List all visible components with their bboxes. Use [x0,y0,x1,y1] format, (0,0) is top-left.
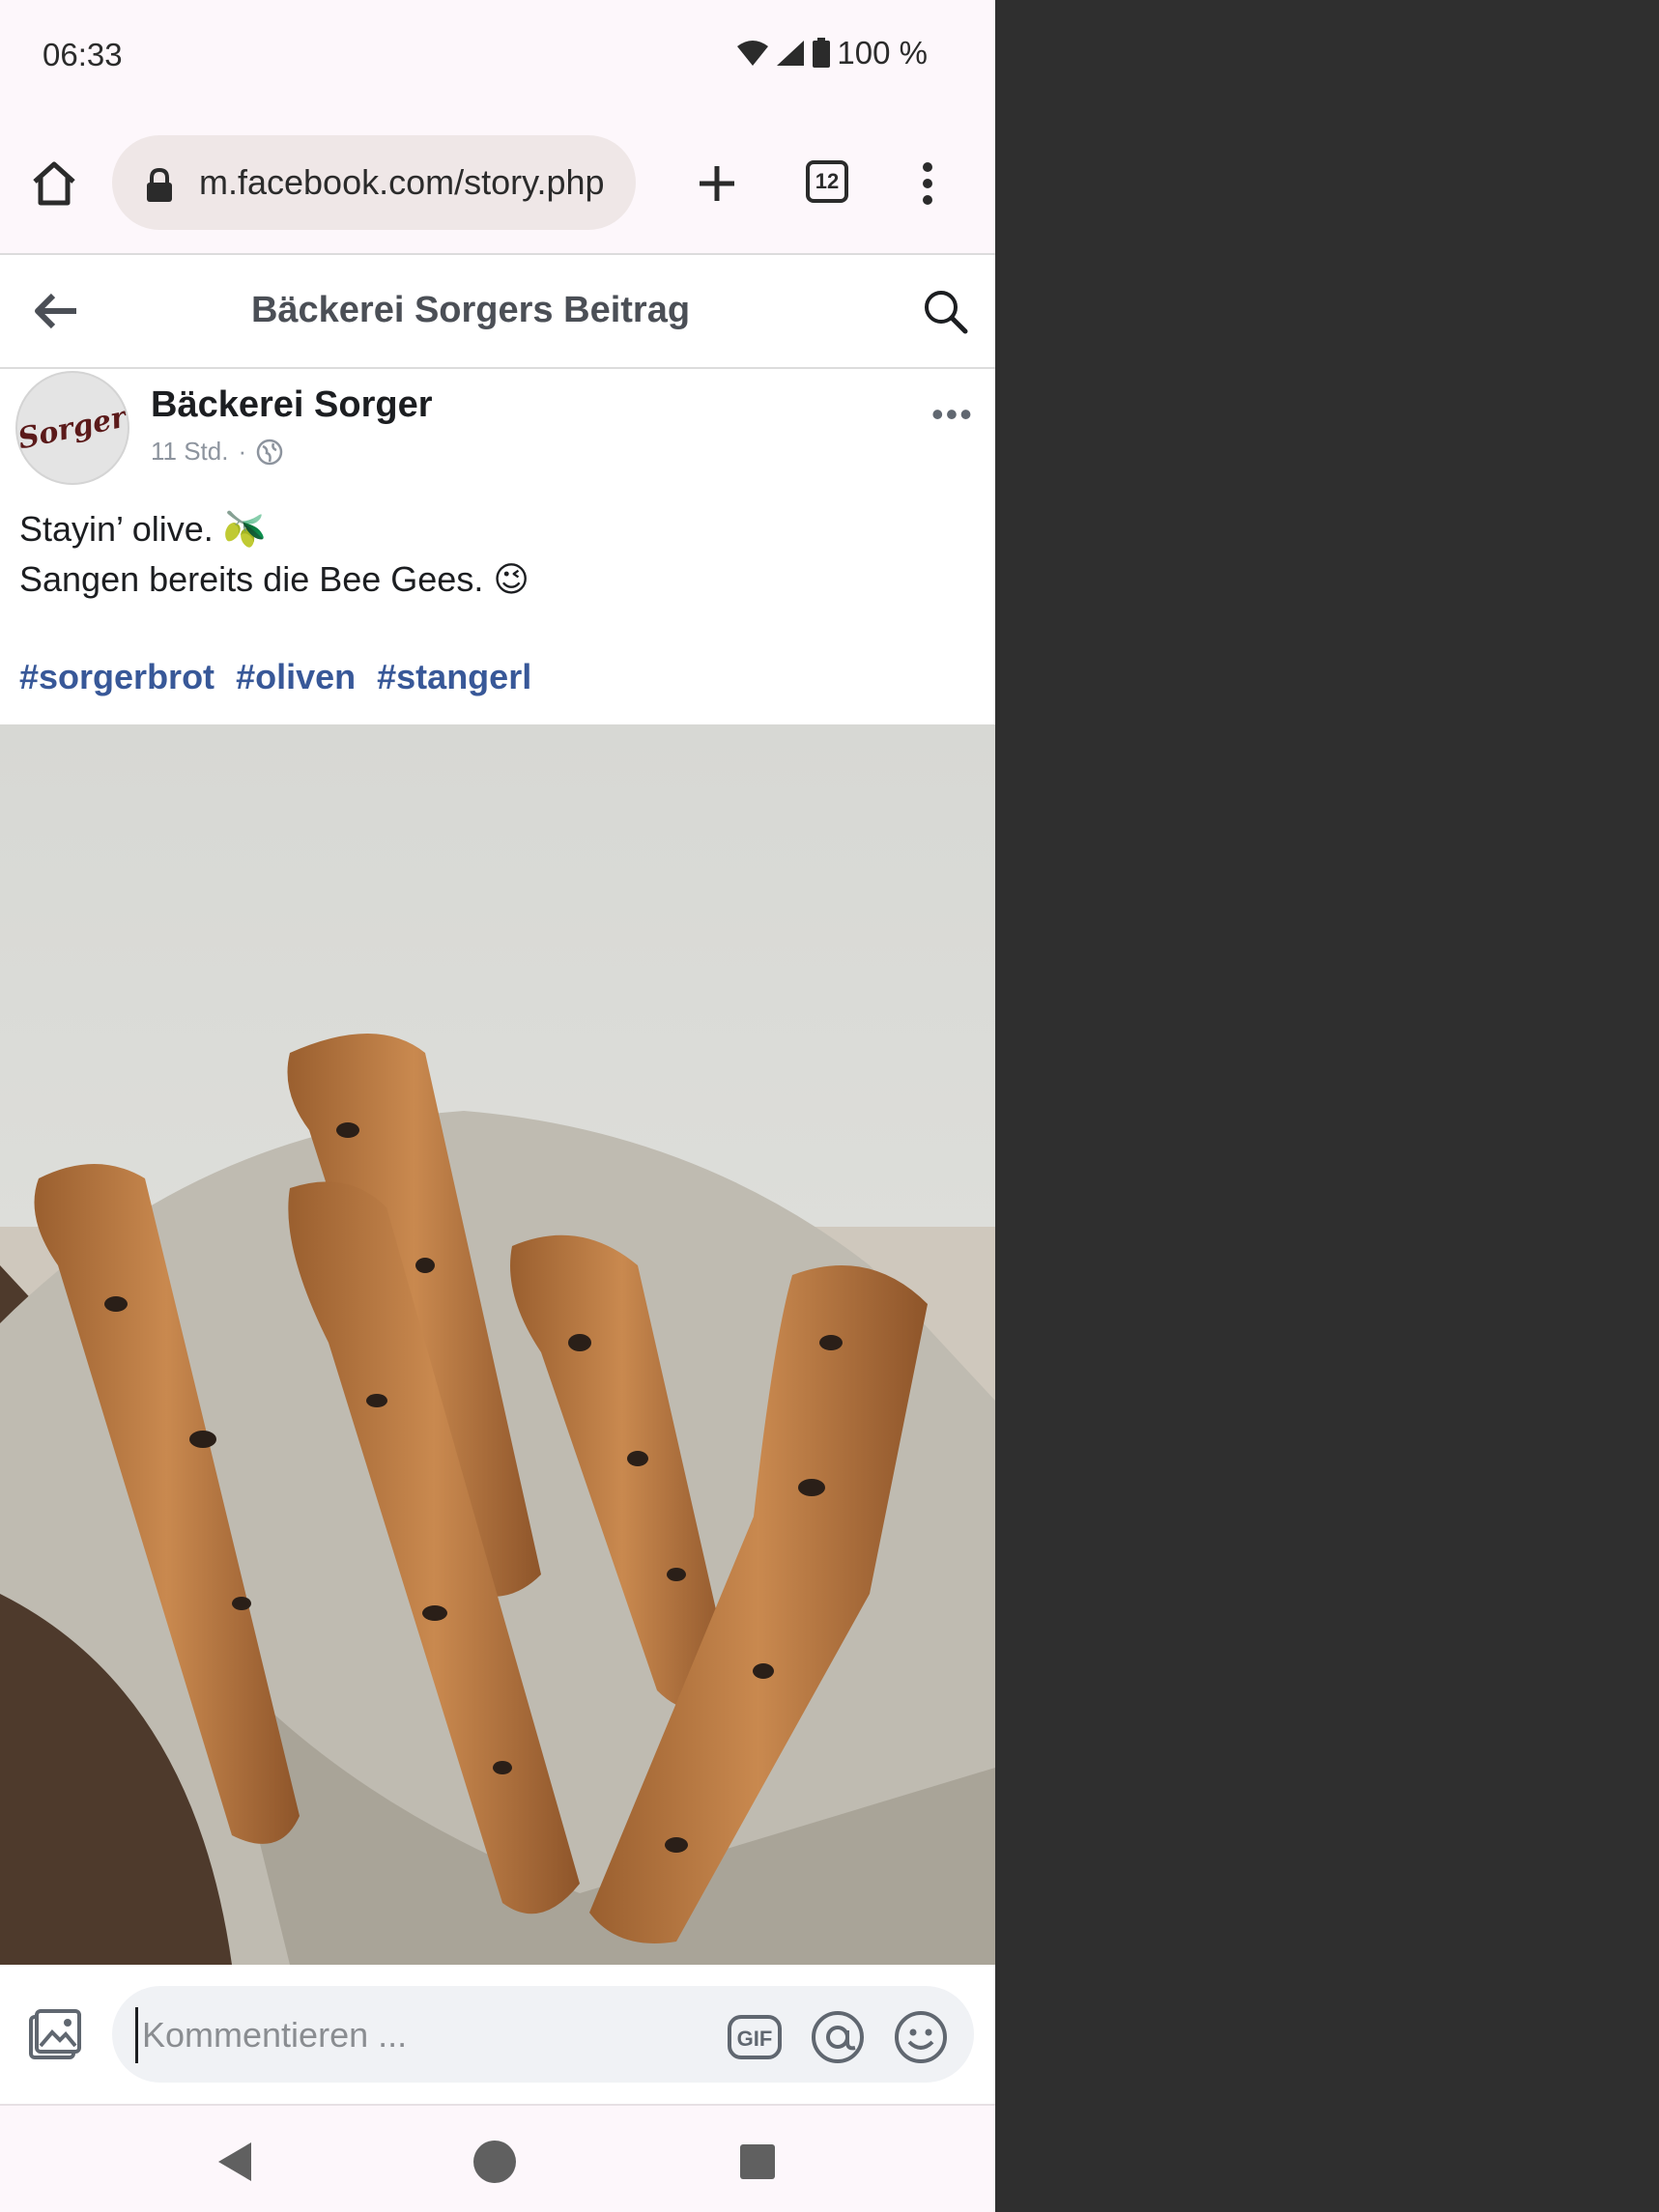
nav-home-icon[interactable] [472,2139,518,2185]
avatar[interactable]: Sorger [15,371,129,485]
globe-icon [256,439,283,465]
phone-screen: 06:33 100 % m.facebook.com/story.php 12 … [0,0,995,2212]
svg-text:GIF: GIF [737,2027,773,2051]
photo-icon[interactable] [23,2005,85,2067]
status-bar: 06:33 100 % [0,0,995,114]
battery-icon [813,38,831,68]
avatar-logo-text: Sorger [15,400,129,456]
tab-switcher-icon[interactable]: 12 [806,160,848,203]
lock-icon [147,168,172,202]
gif-icon[interactable]: GIF [727,2009,783,2065]
plus-icon[interactable] [686,153,748,214]
comment-input-container: GIF [112,1986,974,2083]
caption-line-2: Sangen bereits die Bee Gees. 😉 [19,559,529,599]
page-header: Bäckerei Sorgers Beitrag [0,253,995,369]
hashtag-link[interactable]: #sorgerbrot [19,657,215,696]
post-meta: 11 Std. · [151,437,283,467]
nav-recents-icon[interactable] [734,2139,781,2185]
post-photo[interactable] [0,724,995,1965]
browser-toolbar: m.facebook.com/story.php 12 [0,114,995,253]
comment-bar: GIF [0,1965,995,2104]
page-name[interactable]: Bäckerei Sorger [151,384,433,426]
url-bar[interactable]: m.facebook.com/story.php [112,135,636,230]
search-icon[interactable] [918,284,972,338]
separator-dot: · [238,437,247,466]
hashtags: #sorgerbrot #oliven #stangerl [19,657,543,697]
hashtag-link[interactable]: #stangerl [377,657,531,696]
empty-background-area [995,0,1659,2212]
hashtag-link[interactable]: #oliven [236,657,356,696]
battery-level: 100 % [837,35,928,71]
page-title: Bäckerei Sorgers Beitrag [250,290,691,330]
signal-icon [777,41,805,66]
tab-count: 12 [815,169,840,193]
home-icon[interactable] [23,153,85,214]
emoji-icon[interactable] [893,2009,949,2065]
wifi-icon [737,41,769,66]
caption-line-1: Stayin’ olive. 🫒 [19,509,267,549]
system-nav-bar [0,2104,995,2212]
post-time[interactable]: 11 Std. [151,437,228,467]
url-text: m.facebook.com/story.php [199,162,605,202]
status-icons: 100 % [736,35,928,71]
post-caption: Stayin’ olive. 🫒 Sangen bereits die Bee … [19,504,529,605]
more-horiz-icon[interactable]: ••• [931,394,974,435]
status-time: 06:33 [43,37,123,72]
at-icon[interactable] [810,2009,866,2065]
comment-input[interactable] [135,2007,743,2063]
nav-back-icon[interactable] [211,2139,257,2185]
more-vert-icon[interactable] [908,153,947,214]
